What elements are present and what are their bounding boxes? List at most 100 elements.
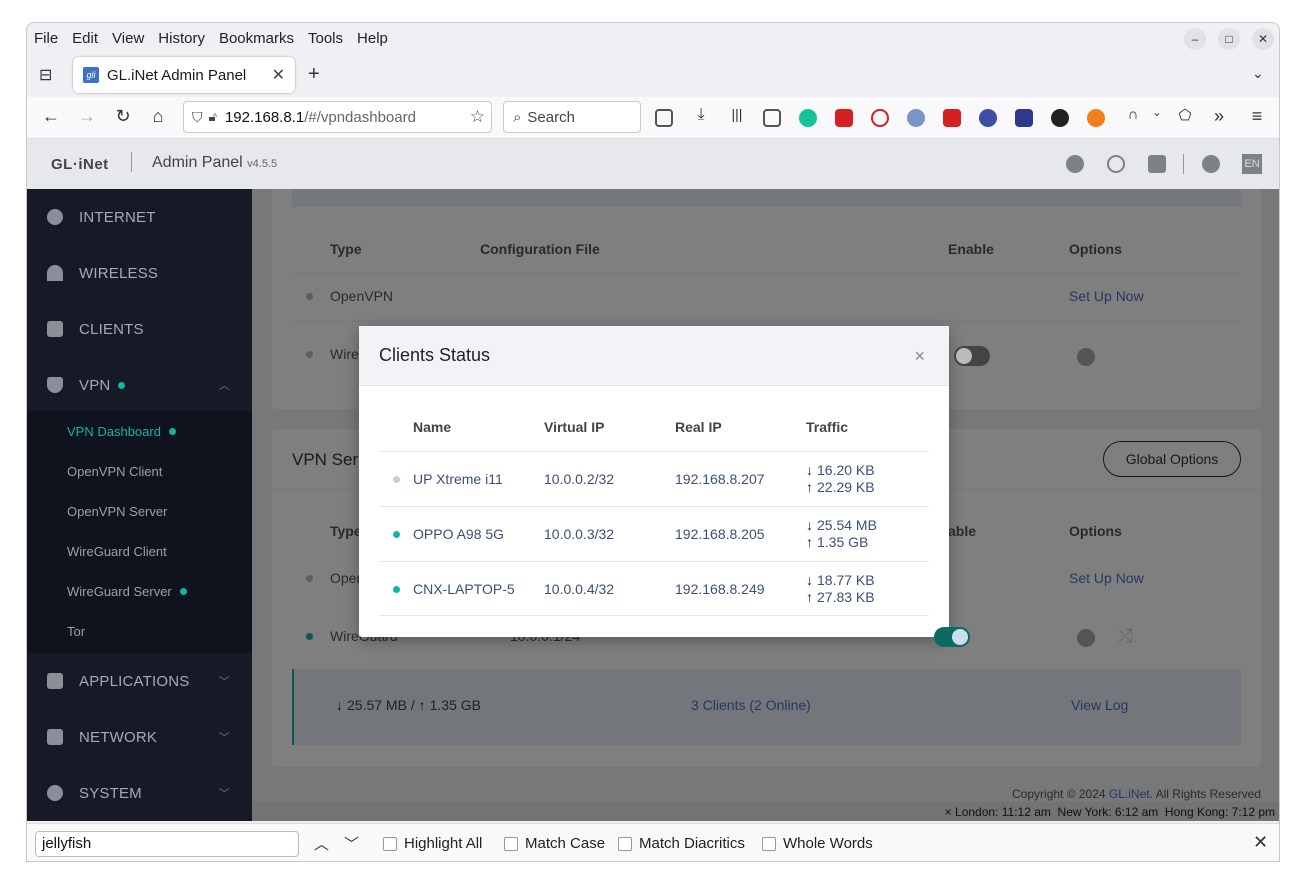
extensions-icon[interactable]: ⬠ — [1173, 106, 1197, 124]
app-name-text: Admin Panel — [152, 154, 243, 171]
client-real-ip: 192.168.8.207 — [675, 471, 765, 487]
new-tab-icon[interactable]: + — [308, 63, 320, 86]
tab-gl-inet[interactable]: gli GL.iNet Admin Panel ✕ — [73, 57, 295, 93]
gnome-extension-icon[interactable] — [1051, 109, 1069, 127]
menu-help[interactable]: Help — [357, 30, 388, 47]
downloads-icon[interactable]: ⤓ — [689, 106, 713, 124]
sidebar-item-system[interactable]: SYSTEM ﹀ — [27, 765, 252, 821]
globe-extension-icon[interactable] — [979, 109, 997, 127]
server-wireguard-toggle[interactable] — [934, 627, 970, 647]
sidebar-sub-openvpn-client[interactable]: OpenVPN Client — [27, 451, 252, 491]
match-case-checkbox[interactable]: Match Case — [504, 835, 605, 852]
gear-icon[interactable] — [1077, 629, 1095, 647]
match-diacritics-checkbox[interactable]: Match Diacritics — [618, 835, 745, 852]
overflow-icon[interactable]: » — [1207, 106, 1231, 127]
menu-edit[interactable]: Edit — [72, 30, 98, 47]
help-icon[interactable] — [1066, 155, 1084, 173]
client-wireguard-toggle[interactable] — [954, 346, 990, 366]
power-icon[interactable] — [1107, 155, 1125, 173]
gl-inet-logo: GL·iNet — [51, 156, 109, 173]
menu-history[interactable]: History — [158, 30, 205, 47]
menu-file[interactable]: File — [34, 30, 58, 47]
sidebar-label: APPLICATIONS — [79, 672, 190, 690]
flag-extension-icon[interactable] — [1015, 109, 1033, 127]
menu-view[interactable]: View — [112, 30, 144, 47]
maximize-icon[interactable]: □ — [1218, 28, 1240, 50]
chevron-down-icon[interactable]: ⌄ — [1145, 106, 1169, 119]
arrow-down-icon: ↓ — [806, 572, 813, 588]
sub-label: WireGuard Server — [67, 583, 172, 599]
sidebar-item-applications[interactable]: APPLICATIONS ﹀ — [27, 653, 252, 709]
block-extension-icon[interactable] — [871, 109, 889, 127]
pen-extension-icon[interactable] — [835, 109, 853, 127]
url-path: /#/vpndashboard — [304, 108, 416, 126]
shield-icon[interactable]: ⛉ — [192, 109, 203, 126]
close-icon[interactable]: × — [914, 346, 925, 367]
address-bar[interactable]: ⛉ 🔓︎ 192.168.8.1/#/vpndashboard ☆ — [183, 101, 492, 133]
minimize-icon[interactable]: – — [1184, 28, 1206, 50]
sub-label: Tor — [67, 623, 86, 639]
table-row: OPPO A98 5G 10.0.0.3/32 192.168.8.205 ↓ 2… — [379, 506, 929, 561]
back-icon[interactable]: ← — [39, 106, 63, 127]
find-next-icon[interactable]: ﹀ — [344, 833, 359, 854]
menu-tools[interactable]: Tools — [308, 30, 343, 47]
sidebar-sub-wireguard-server[interactable]: WireGuard Server — [27, 571, 252, 611]
wifi-icon — [47, 265, 63, 281]
traffic-down: 18.77 KB — [817, 572, 875, 588]
headphones-icon[interactable]: ∩ — [1121, 106, 1145, 123]
search-icon: ⌕ — [513, 108, 522, 126]
grammarly-icon[interactable] — [799, 109, 817, 127]
sidebar: INTERNET WIRELESS CLIENTS VPN ︿ VPN Dashb… — [27, 189, 252, 821]
close-find-icon[interactable]: ✕ — [1253, 832, 1268, 853]
search-box[interactable]: ⌕ Search — [503, 101, 641, 133]
col-virtual-ip: Virtual IP — [544, 419, 605, 435]
tab-overview-icon[interactable]: ⊟ — [39, 65, 52, 85]
tab-close-icon[interactable]: ✕ — [272, 65, 285, 85]
gear-icon[interactable] — [1077, 348, 1095, 366]
client-virtual-ip: 10.0.0.2/32 — [544, 471, 615, 487]
menu-bookmarks[interactable]: Bookmarks — [219, 30, 294, 47]
find-bar: jellyfish ︿ ﹀ Highlight All Match Case M… — [27, 823, 1279, 861]
shuffle-icon[interactable]: ⤮ — [1118, 626, 1132, 647]
sidebar-label: VPN — [79, 376, 111, 394]
sidebar-item-network[interactable]: NETWORK ﹀ — [27, 709, 252, 765]
sidebar-label: CLIENTS — [79, 320, 144, 338]
col-name: Name — [413, 419, 452, 435]
find-input[interactable]: jellyfish — [35, 831, 299, 857]
forward-icon[interactable]: → — [75, 106, 99, 127]
url-host: 192.168.8.1 — [224, 108, 305, 126]
sidebar-sub-openvpn-server[interactable]: OpenVPN Server — [27, 491, 252, 531]
library-icon[interactable]: ||| — [725, 106, 749, 122]
traffic-up: 22.29 KB — [817, 479, 875, 495]
pocket-icon[interactable] — [655, 109, 673, 127]
whole-words-checkbox[interactable]: Whole Words — [762, 835, 873, 852]
apps-grid-icon — [47, 673, 63, 689]
theme-palette-icon[interactable] — [1202, 155, 1220, 173]
sidebar-item-vpn[interactable]: VPN ︿ — [27, 357, 252, 413]
reload-icon[interactable]: ↻ — [111, 106, 135, 127]
table-row: CNX-LAPTOP-5 10.0.0.4/32 192.168.8.249 ↓… — [379, 561, 929, 616]
link-extension-icon[interactable] — [907, 109, 925, 127]
sidebar-item-internet[interactable]: INTERNET — [27, 189, 252, 245]
find-previous-icon[interactable]: ︿ — [314, 833, 329, 854]
language-icon[interactable]: EN — [1242, 154, 1262, 174]
sidebar-sub-wireguard-client[interactable]: WireGuard Client — [27, 531, 252, 571]
hamburger-menu-icon[interactable]: ≡ — [1245, 106, 1269, 127]
home-icon[interactable]: ⌂ — [146, 106, 170, 127]
sidebar-icon[interactable] — [763, 109, 781, 127]
sidebar-sub-vpn-dashboard[interactable]: VPN Dashboard — [27, 411, 252, 451]
arrow-down-icon: ↓ — [806, 462, 813, 478]
offline-dot — [393, 476, 400, 483]
logout-icon[interactable] — [1148, 155, 1166, 173]
ublock-icon[interactable] — [943, 109, 961, 127]
close-window-icon[interactable]: ✕ — [1252, 28, 1274, 50]
arrow-up-icon: ↑ — [806, 479, 813, 495]
sidebar-item-wireless[interactable]: WIRELESS — [27, 245, 252, 301]
highlight-all-checkbox[interactable]: Highlight All — [383, 835, 482, 852]
lock-insecure-icon[interactable]: 🔓︎ — [209, 109, 217, 125]
list-tabs-icon[interactable]: ⌄ — [1252, 65, 1264, 82]
orange-extension-icon[interactable] — [1087, 109, 1105, 127]
bookmark-star-icon[interactable]: ☆ — [470, 107, 485, 127]
sidebar-sub-tor[interactable]: Tor — [27, 611, 252, 651]
sidebar-item-clients[interactable]: CLIENTS — [27, 301, 252, 357]
